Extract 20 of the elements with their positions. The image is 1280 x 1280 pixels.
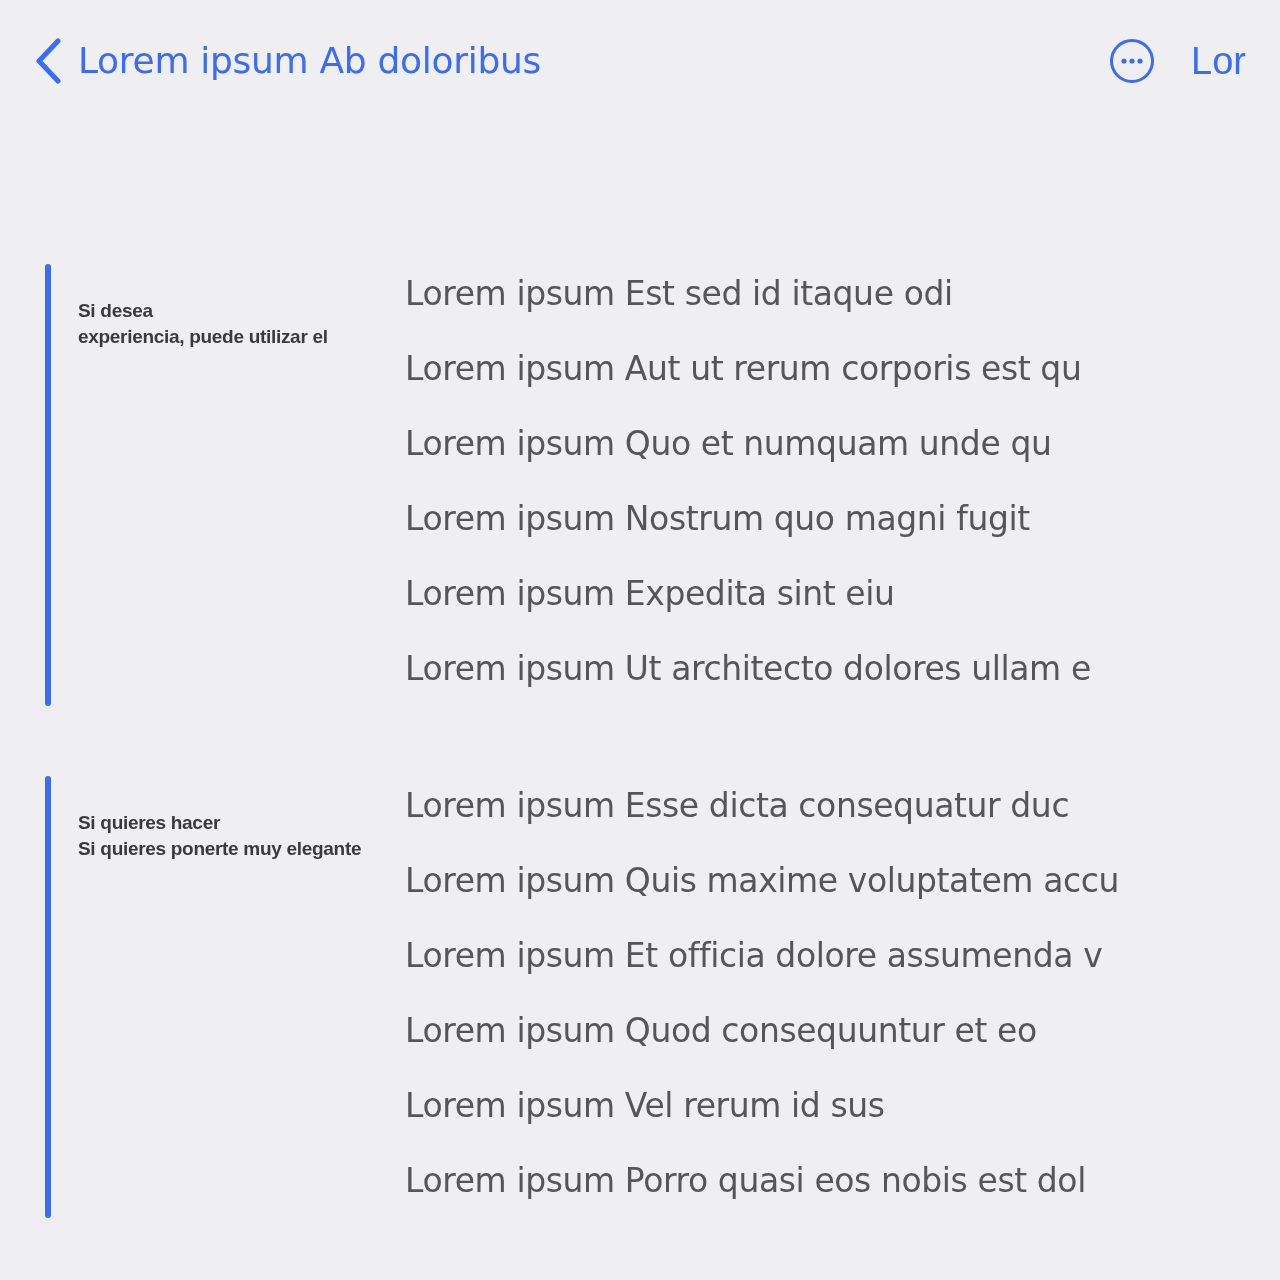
list-item: Lorem ipsum Et officia dolore assumenda v <box>405 935 1104 977</box>
list-item: Lorem ipsum Porro quasi eos nobis est dol <box>405 1160 1087 1202</box>
list-item: Lorem ipsum Quod consequuntur et eo <box>405 1010 1038 1052</box>
list-item: Lorem ipsum Quis maxime voluptatem accu <box>405 860 1119 902</box>
list-item: Lorem ipsum Esse dicta consequatur duc <box>405 785 1071 827</box>
list-item: Lorem ipsum Ut architecto dolores ullam e <box>405 648 1091 690</box>
section-label: experiencia, puede utilizar el <box>78 325 329 349</box>
back-icon[interactable] <box>34 38 62 84</box>
list-item: Lorem ipsum Vel rerum id sus <box>405 1085 886 1127</box>
back-button[interactable]: Lorem ipsum Ab doloribus <box>78 34 541 88</box>
list-item: Lorem ipsum Aut ut rerum corporis est qu <box>405 348 1083 390</box>
list-item: Lorem ipsum Expedita sint eiu <box>405 573 896 615</box>
section-label: Si quieres hacer <box>78 811 221 835</box>
section-label: Si desea <box>78 299 154 323</box>
list-item: Lorem ipsum Quo et numquam unde qu <box>405 423 1053 465</box>
more-icon[interactable] <box>1109 38 1156 84</box>
list-item: Lorem ipsum Est sed id itaque odi <box>405 273 954 315</box>
action-button[interactable]: Lor <box>1191 32 1246 90</box>
list-item: Lorem ipsum Nostrum quo magni fugit <box>405 498 1031 540</box>
section-label: Si quieres ponerte muy elegante <box>78 837 363 861</box>
